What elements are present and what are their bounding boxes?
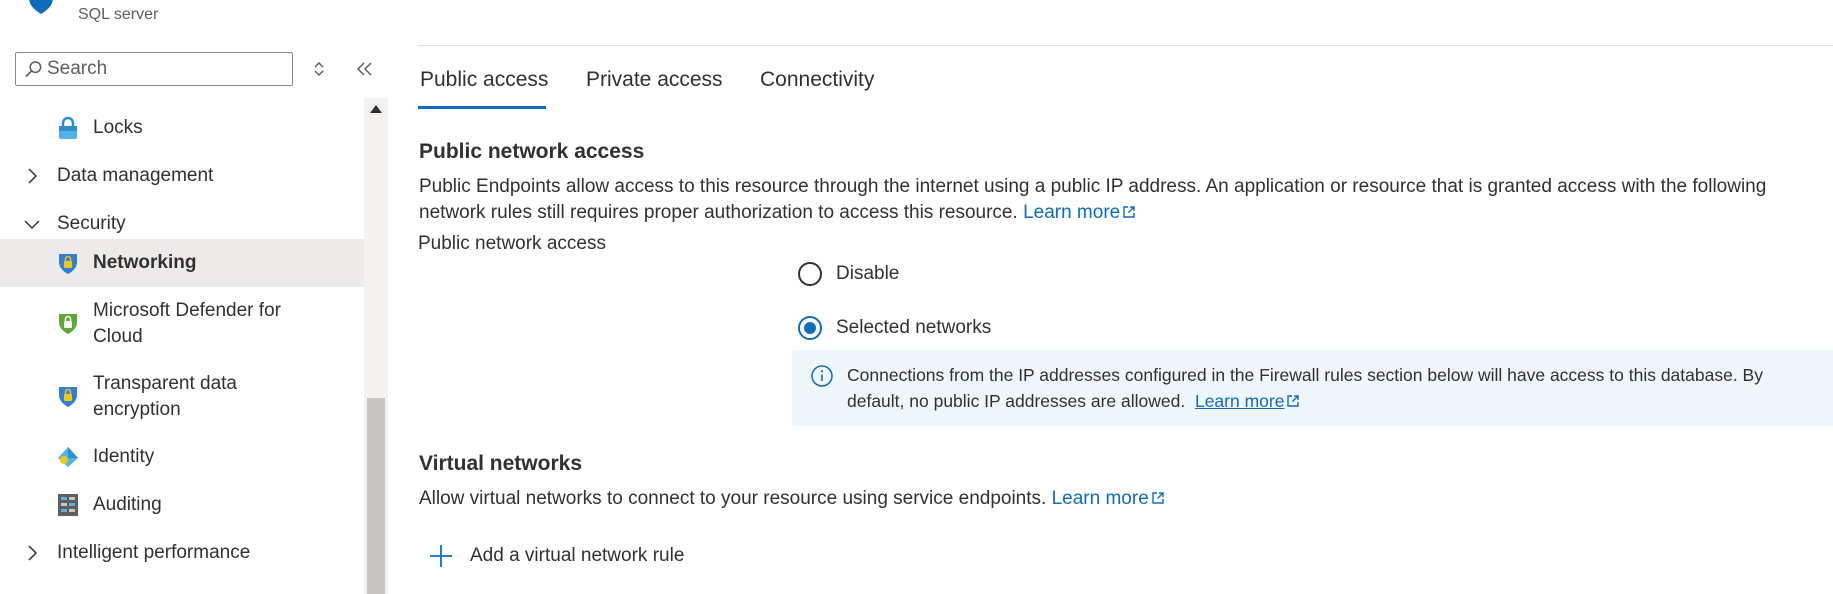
shield-lock-icon — [59, 254, 77, 274]
radio-label: Selected networks — [836, 317, 992, 338]
sidebar-item-transparent-data-encryption[interactable]: Transparent data encryption — [0, 360, 364, 433]
learn-more-label: Learn more — [1023, 202, 1121, 223]
expand-collapse-all-button[interactable] — [307, 57, 331, 81]
active-tab-indicator — [418, 106, 546, 109]
sidebar-item-label: Identity — [93, 446, 155, 467]
lock-icon — [59, 116, 77, 139]
radio-label: Disable — [836, 263, 900, 284]
tab-public-access[interactable]: Public access — [420, 68, 548, 92]
section-heading-virtual-networks: Virtual networks — [419, 452, 582, 475]
auditing-icon — [58, 494, 78, 516]
learn-more-label: Learn more — [1051, 488, 1149, 509]
description-text: Allow virtual networks to connect to you… — [419, 488, 1047, 509]
sql-server-shield-icon — [29, 0, 53, 14]
tab-connectivity[interactable]: Connectivity — [760, 68, 874, 92]
section-heading-public-network-access: Public network access — [419, 140, 645, 163]
tab-private-access[interactable]: Private access — [586, 68, 723, 92]
info-icon — [811, 365, 833, 387]
sidebar-item-label: Auditing — [93, 494, 162, 515]
sidebar-group-label: Security — [57, 213, 126, 234]
field-label-public-network-access: Public network access — [418, 233, 606, 254]
scroll-up-arrow-icon[interactable] — [369, 104, 383, 114]
external-link-icon — [1123, 206, 1135, 218]
sidebar: Locks Data management Security Networkin… — [0, 40, 388, 594]
search-box[interactable] — [15, 52, 293, 86]
collapse-sidebar-button[interactable] — [352, 57, 378, 81]
sidebar-item-label: Networking — [93, 252, 197, 273]
chevron-down-icon — [24, 220, 40, 230]
public-network-description: Public Endpoints allow access to this re… — [419, 174, 1819, 226]
sidebar-item-label: Locks — [93, 117, 143, 138]
info-learn-more-link[interactable]: Learn more — [1195, 391, 1301, 411]
shield-lock-icon — [59, 387, 77, 407]
resource-type-label: SQL server — [78, 6, 159, 23]
sidebar-item-networking[interactable]: Networking — [0, 239, 364, 287]
sidebar-group-intelligent-performance[interactable]: Intelligent performance — [0, 529, 364, 577]
virtual-networks-learn-more-link[interactable]: Learn more — [1052, 488, 1165, 509]
plus-icon — [430, 545, 452, 567]
learn-more-label: Learn more — [1194, 391, 1285, 411]
sidebar-item-identity[interactable]: Identity — [0, 433, 364, 481]
header-divider — [418, 45, 1833, 46]
radio-option-disable[interactable]: Disable — [798, 262, 899, 286]
up-down-chevron-icon — [314, 61, 324, 77]
sidebar-item-label: Transparent data encryption — [93, 372, 237, 420]
add-virtual-network-rule-label: Add a virtual network rule — [470, 545, 685, 566]
external-link-icon — [1152, 492, 1164, 504]
sidebar-group-label: Data management — [57, 165, 214, 186]
identity-icon — [58, 447, 78, 467]
external-link-icon — [1287, 395, 1300, 407]
radio-button-selected-networks[interactable] — [798, 316, 822, 340]
sidebar-item-auditing[interactable]: Auditing — [0, 481, 364, 529]
chevron-right-icon — [28, 168, 38, 184]
search-icon — [25, 61, 42, 77]
info-text: Connections from the IP addresses config… — [847, 365, 1763, 411]
info-message-text: Connections from the IP addresses config… — [847, 362, 1807, 414]
sidebar-group-label: Intelligent performance — [57, 542, 251, 563]
learn-more-link[interactable]: Learn more — [1023, 202, 1136, 223]
scrollbar-thumb[interactable] — [367, 398, 385, 594]
page-header: SQL server — [0, 0, 1833, 40]
radio-option-selected-networks[interactable]: Selected networks — [798, 316, 991, 340]
radio-button-disable[interactable] — [798, 262, 822, 286]
search-input[interactable] — [43, 54, 292, 84]
sidebar-item-label: Microsoft Defender for Cloud — [93, 299, 281, 347]
sidebar-item-locks[interactable]: Locks — [0, 104, 364, 152]
virtual-networks-description: Allow virtual networks to connect to you… — [419, 486, 1819, 512]
add-virtual-network-rule-button[interactable]: Add a virtual network rule — [428, 543, 684, 569]
double-chevron-left-icon — [356, 62, 372, 76]
sidebar-group-data-management[interactable]: Data management — [0, 152, 364, 200]
defender-shield-icon — [59, 314, 77, 334]
chevron-right-icon — [28, 545, 38, 561]
sidebar-item-microsoft-defender[interactable]: Microsoft Defender for Cloud — [0, 287, 364, 360]
